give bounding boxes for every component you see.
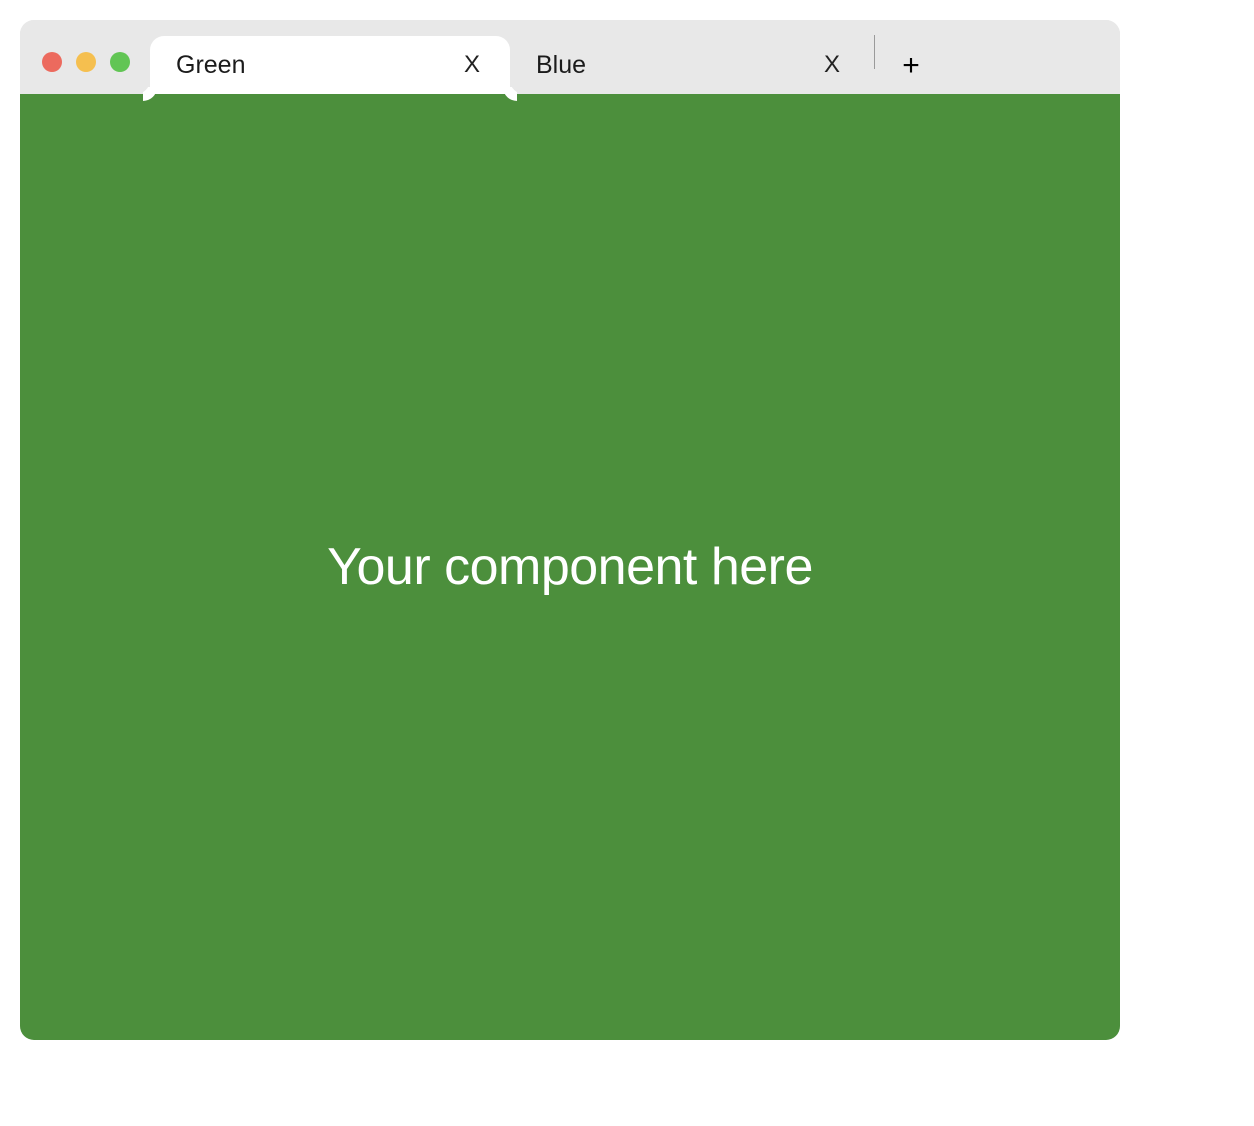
tab-label: Green [176,51,245,80]
window-controls [34,52,140,94]
tabs-container: Green X Blue X + [150,20,933,94]
new-tab-button[interactable]: + [889,44,933,88]
window-minimize-button[interactable] [76,52,96,72]
close-icon[interactable]: X [458,49,486,81]
close-icon[interactable]: X [818,49,846,81]
plus-icon: + [902,49,920,83]
window-close-button[interactable] [42,52,62,72]
tab-green[interactable]: Green X [150,36,510,94]
tab-blue[interactable]: Blue X [510,36,870,94]
tab-bar: Green X Blue X + [20,20,1120,94]
tab-divider [874,35,875,69]
placeholder-text: Your component here [327,537,813,597]
tab-label: Blue [536,51,586,80]
browser-window: Green X Blue X + Your component here [20,20,1120,1040]
content-area: Your component here [20,94,1120,1040]
window-maximize-button[interactable] [110,52,130,72]
